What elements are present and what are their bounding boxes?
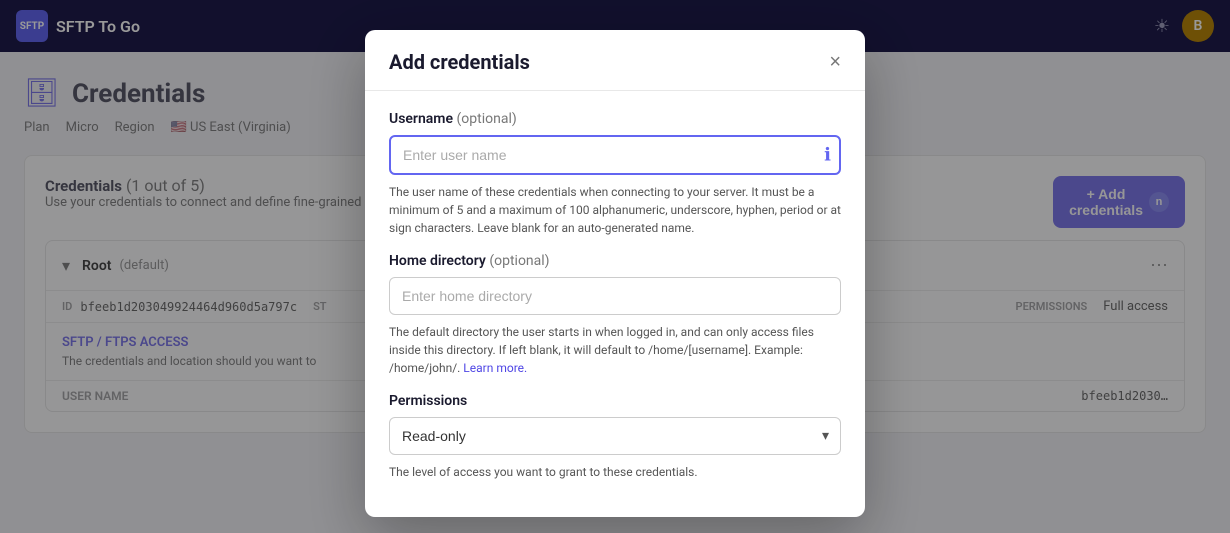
modal-body: Username (optional) ℹ The user name of t… bbox=[365, 91, 865, 517]
home-directory-input[interactable] bbox=[389, 277, 841, 315]
permissions-select[interactable]: Read-only Full access Custom bbox=[389, 417, 841, 455]
add-credentials-modal: Add credentials × Username (optional) ℹ … bbox=[365, 30, 865, 517]
home-dir-field-label: Home directory (optional) bbox=[389, 253, 841, 269]
permissions-field-label: Permissions bbox=[389, 393, 841, 409]
username-input[interactable] bbox=[389, 135, 841, 175]
modal-title: Add credentials bbox=[389, 50, 530, 74]
username-info-icon: ℹ bbox=[824, 145, 831, 166]
username-input-wrapper: ℹ bbox=[389, 135, 841, 175]
permissions-select-wrapper: Read-only Full access Custom ▾ bbox=[389, 417, 841, 455]
username-optional: (optional) bbox=[456, 111, 516, 127]
home-dir-learn-more-link[interactable]: Learn more. bbox=[463, 361, 527, 375]
home-dir-hint: The default directory the user starts in… bbox=[389, 323, 841, 377]
permissions-hint: The level of access you want to grant to… bbox=[389, 463, 841, 481]
modal-close-button[interactable]: × bbox=[829, 52, 841, 72]
modal-overlay: Add credentials × Username (optional) ℹ … bbox=[0, 0, 1230, 533]
modal-header: Add credentials × bbox=[365, 30, 865, 91]
username-field-label: Username (optional) bbox=[389, 111, 841, 127]
home-dir-input-wrapper bbox=[389, 277, 841, 315]
username-hint: The user name of these credentials when … bbox=[389, 183, 841, 237]
home-dir-optional: (optional) bbox=[489, 253, 549, 269]
